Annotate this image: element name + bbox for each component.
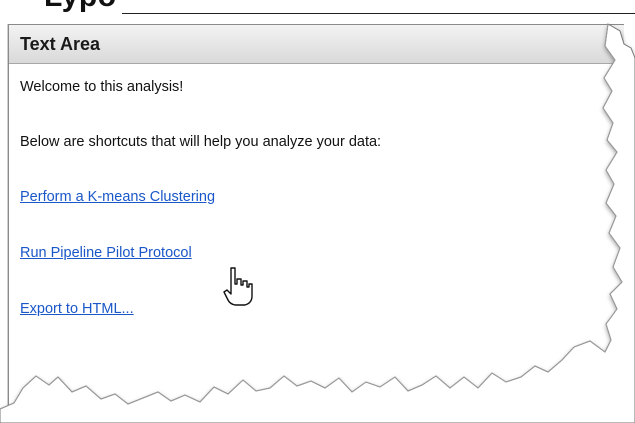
shortcuts-intro-text: Below are shortcuts that will help you a… xyxy=(20,134,382,150)
panel-title: Text Area xyxy=(20,34,101,54)
top-divider xyxy=(122,13,635,14)
text-area-panel: Text Area Welcome to this analysis! Belo… xyxy=(8,24,624,423)
export-html-link[interactable]: Export to HTML... xyxy=(20,301,134,317)
page-heading-fragment: Lypo xyxy=(44,0,117,14)
screenshot-page: Lypo Text Area Welcome to this analysis!… xyxy=(0,0,635,423)
hand-pointer-icon xyxy=(223,267,253,306)
panel-header: Text Area xyxy=(9,25,624,64)
pipeline-pilot-protocol-link[interactable]: Run Pipeline Pilot Protocol xyxy=(20,245,192,261)
welcome-text: Welcome to this analysis! xyxy=(20,79,184,95)
kmeans-clustering-link[interactable]: Perform a K-means Clustering xyxy=(20,189,215,205)
